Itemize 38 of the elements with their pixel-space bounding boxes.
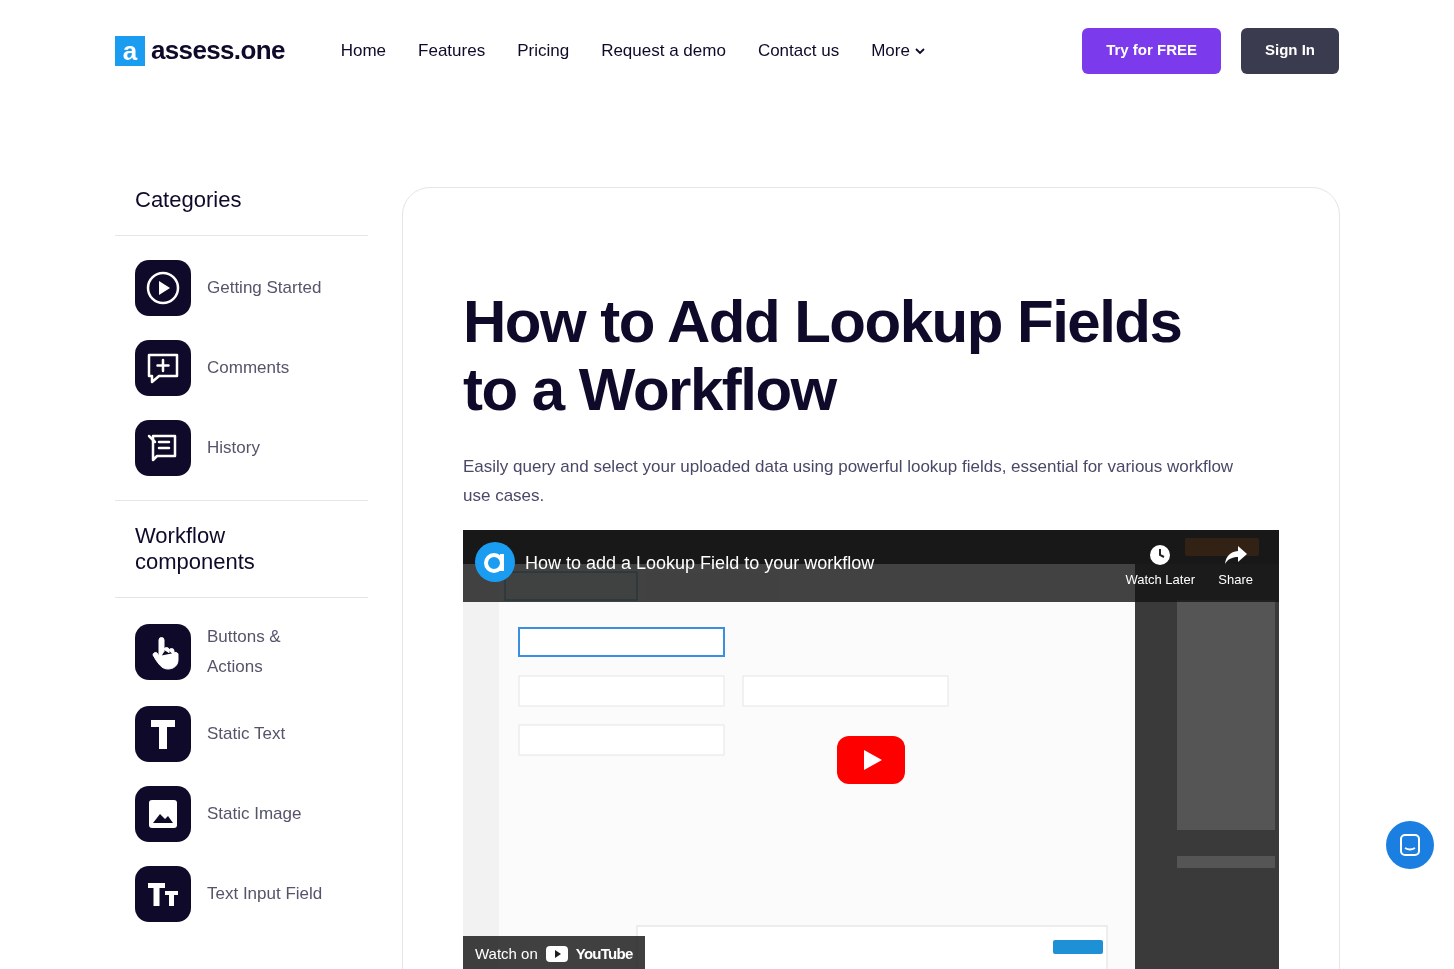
category-link[interactable]: Static Text <box>135 706 348 762</box>
nav-link[interactable]: Pricing <box>517 37 570 64</box>
article-title: How to Add Lookup Fields to a Workflow <box>463 288 1183 424</box>
channel-avatar-icon[interactable] <box>475 542 515 582</box>
comment-plus-icon <box>135 340 191 396</box>
category-link[interactable]: History <box>135 420 348 476</box>
category-link[interactable]: Static Image <box>135 786 348 842</box>
category-link[interactable]: Comments <box>135 340 348 396</box>
category-link[interactable]: Buttons & Actions <box>135 622 348 682</box>
nav-link[interactable]: Home <box>340 37 387 64</box>
chat-bubble-button[interactable] <box>1386 821 1434 869</box>
section-title: Workflow components <box>135 523 256 575</box>
text-size-icon <box>135 866 191 922</box>
nav-link[interactable]: More <box>871 37 926 64</box>
category-link[interactable]: Getting Started <box>135 260 348 316</box>
try-free-button[interactable]: Try for FREE <box>1082 27 1221 74</box>
category-link[interactable]: Text Input Field <box>135 866 348 922</box>
sign-in-button[interactable]: Sign In <box>1241 27 1339 74</box>
section-title: Categories <box>135 187 243 213</box>
nav-link[interactable]: Features <box>418 37 486 64</box>
share-button[interactable]: Share <box>1218 570 1253 590</box>
article-subtitle: Easily query and select your uploaded data using powerful lookup fields, essential for various workflow use cases. <box>463 456 1235 507</box>
nav-link[interactable]: Contact us <box>757 37 840 64</box>
logo-mark: a <box>115 35 145 66</box>
pointing-hand-icon <box>135 624 191 680</box>
image-icon <box>135 786 191 842</box>
play-button-icon[interactable] <box>837 736 905 784</box>
share-arrow-icon <box>1223 544 1248 566</box>
video-player[interactable]: How to add a Lookup Field to your workflow Watch Later Share Watch on YouTube <box>463 530 1279 969</box>
youtube-play-icon <box>545 946 568 962</box>
clock-icon <box>1149 544 1172 566</box>
letter-t-icon <box>135 706 191 762</box>
logo-text: assess.one <box>151 34 285 67</box>
watch-on-youtube-button[interactable]: Watch on YouTube <box>463 936 645 969</box>
watch-later-button[interactable]: Watch Later <box>1125 570 1195 590</box>
scroll-icon <box>135 420 191 476</box>
nav-link[interactable]: Request a demo <box>601 37 726 64</box>
video-title[interactable]: How to add a Lookup Field to your workflow <box>525 550 875 577</box>
